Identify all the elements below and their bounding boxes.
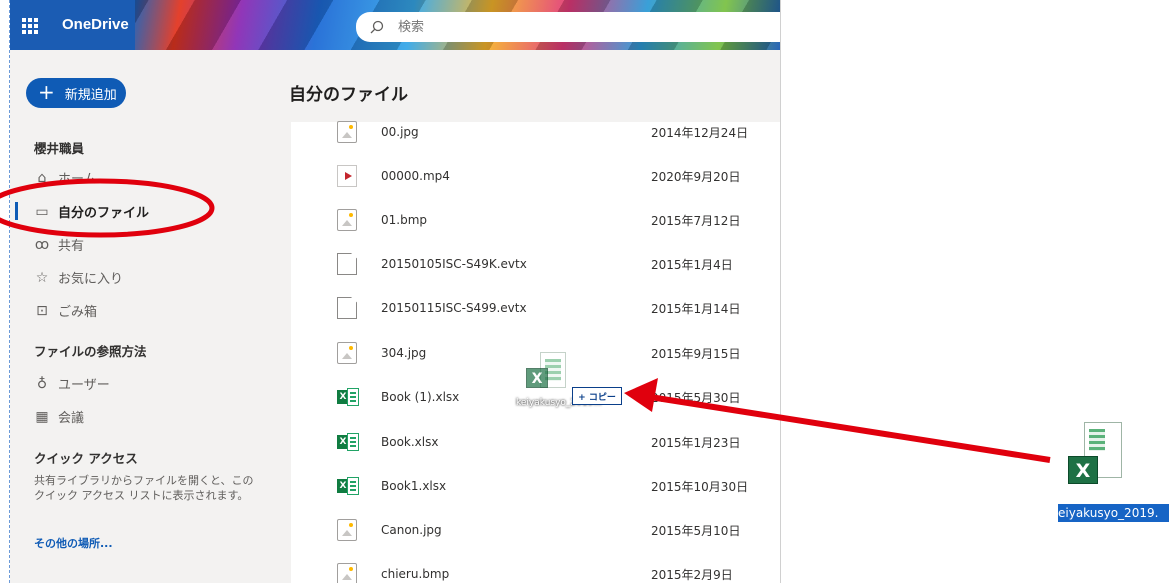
sidebar-item-meetings[interactable]: ▦ 会議	[34, 407, 85, 427]
sidebar-item-home[interactable]: ⌂ ホーム	[34, 168, 97, 188]
browse-heading: ファイルの参照方法	[34, 344, 147, 359]
meeting-icon: ▦	[35, 408, 49, 425]
excel-file-icon: X	[1066, 422, 1124, 492]
more-places-link[interactable]: その他の場所...	[34, 535, 113, 551]
file-name[interactable]: Canon.jpg	[381, 523, 442, 537]
active-indicator	[15, 202, 18, 220]
file-name[interactable]: 00.jpg	[381, 125, 419, 139]
video-file-icon	[337, 165, 357, 187]
sidebar-item-recycle-bin[interactable]: ⊡ ごみ箱	[34, 301, 98, 321]
sidebar-item-label: ごみ箱	[58, 305, 98, 320]
search-box[interactable]	[356, 12, 780, 42]
file-date: 2015年10月30日	[651, 479, 749, 494]
search-icon	[370, 20, 384, 34]
user-icon: ♁	[36, 375, 48, 392]
home-icon: ⌂	[37, 169, 47, 186]
sidebar-item-label: 会議	[58, 411, 85, 426]
file-date: 2015年5月30日	[651, 390, 741, 405]
file-row[interactable]: 00.jpg 2014年12月24日	[291, 112, 780, 152]
main-content: 自分のファイル 00.jpg 2014年12月24日 00000.mp4 202…	[285, 50, 780, 583]
file-date: 2014年12月24日	[651, 125, 749, 140]
sidebar-item-shared[interactable]: ꝏ 共有	[34, 235, 85, 255]
image-file-icon	[337, 519, 357, 541]
image-file-icon	[337, 342, 357, 364]
sidebar-item-my-files[interactable]: ▭ 自分のファイル	[34, 202, 150, 222]
sidebar-item-label: お気に入り	[58, 272, 124, 287]
file-name[interactable]: 20150105ISC-S49K.evtx	[381, 257, 527, 271]
file-row[interactable]: chieru.bmp 2015年2月9日	[291, 554, 780, 583]
new-button[interactable]: + 新規追加	[26, 78, 126, 108]
file-name[interactable]: Book1.xlsx	[381, 479, 446, 493]
sidebar-item-favorites[interactable]: ☆ お気に入り	[34, 268, 124, 288]
dragged-excel-file-icon: X	[526, 352, 566, 392]
file-date: 2015年9月15日	[651, 346, 741, 361]
image-file-icon	[337, 563, 357, 583]
copy-tooltip: + コピー	[572, 387, 622, 405]
new-button-label: 新規追加	[64, 87, 117, 103]
file-row[interactable]: Canon.jpg 2015年5月10日	[291, 510, 780, 550]
file-name[interactable]: 304.jpg	[381, 346, 426, 360]
image-file-icon	[337, 209, 357, 231]
sidebar-item-label: ユーザー	[58, 378, 110, 393]
onedrive-window: OneDrive + 新規追加 櫻井職員 ⌂ ホーム ▭ 自分のファイル ꝏ 共…	[9, 0, 781, 583]
sidebar-item-label: 共有	[58, 239, 85, 254]
plus-icon: +	[38, 80, 55, 104]
trash-icon: ⊡	[36, 302, 48, 319]
document-file-icon	[337, 253, 357, 275]
file-name[interactable]: chieru.bmp	[381, 567, 449, 581]
file-row[interactable]: 01.bmp 2015年7月12日	[291, 200, 780, 240]
file-row[interactable]: 20150115ISC-S499.evtx 2015年1月14日	[291, 288, 780, 328]
file-date: 2015年1月14日	[651, 301, 741, 316]
file-name[interactable]: 00000.mp4	[381, 169, 450, 183]
document-file-icon	[337, 297, 357, 319]
sidebar-item-label: ホーム	[58, 172, 97, 187]
quick-access-heading: クイック アクセス	[34, 451, 138, 466]
page-title: 自分のファイル	[289, 85, 408, 105]
file-name[interactable]: Book.xlsx	[381, 435, 438, 449]
sidebar-item-label: 自分のファイル	[58, 206, 150, 221]
file-name[interactable]: 20150115ISC-S499.evtx	[381, 301, 527, 315]
user-heading: 櫻井職員	[34, 141, 85, 156]
excel-file-icon: X	[337, 388, 359, 406]
file-date: 2015年7月12日	[651, 213, 741, 228]
brand-name[interactable]: OneDrive	[62, 16, 129, 33]
file-row[interactable]: X Book1.xlsx 2015年10月30日	[291, 466, 780, 506]
file-date: 2015年2月9日	[651, 567, 733, 582]
people-icon: ꝏ	[34, 236, 50, 253]
left-navigation: + 新規追加 櫻井職員 ⌂ ホーム ▭ 自分のファイル ꝏ 共有 ☆ お気に入り…	[10, 50, 285, 583]
desktop-excel-file[interactable]: X eiyakusyo_2019.	[1058, 416, 1169, 526]
excel-file-icon: X	[337, 433, 359, 451]
file-name[interactable]: Book (1).xlsx	[381, 390, 459, 404]
image-file-icon	[337, 121, 357, 143]
file-date: 2020年9月20日	[651, 169, 741, 184]
app-launcher-icon[interactable]	[22, 18, 38, 34]
quick-access-description: 共有ライブラリからファイルを開くと、このクイック アクセス リストに表示されます…	[34, 474, 254, 502]
file-row[interactable]: 00000.mp4 2020年9月20日	[291, 156, 780, 196]
file-date: 2015年5月10日	[651, 523, 741, 538]
folder-icon: ▭	[35, 203, 49, 220]
file-row[interactable]: 20150105ISC-S49K.evtx 2015年1月4日	[291, 244, 780, 284]
file-name[interactable]: 01.bmp	[381, 213, 427, 227]
file-row[interactable]: X Book.xlsx 2015年1月23日	[291, 422, 780, 462]
excel-file-icon: X	[337, 477, 359, 495]
search-input[interactable]	[396, 18, 700, 36]
desktop-file-label: eiyakusyo_2019.	[1058, 506, 1159, 520]
sidebar-item-people[interactable]: ♁ ユーザー	[34, 374, 110, 394]
file-date: 2015年1月4日	[651, 257, 733, 272]
file-date: 2015年1月23日	[651, 435, 741, 450]
star-icon: ☆	[35, 269, 49, 286]
